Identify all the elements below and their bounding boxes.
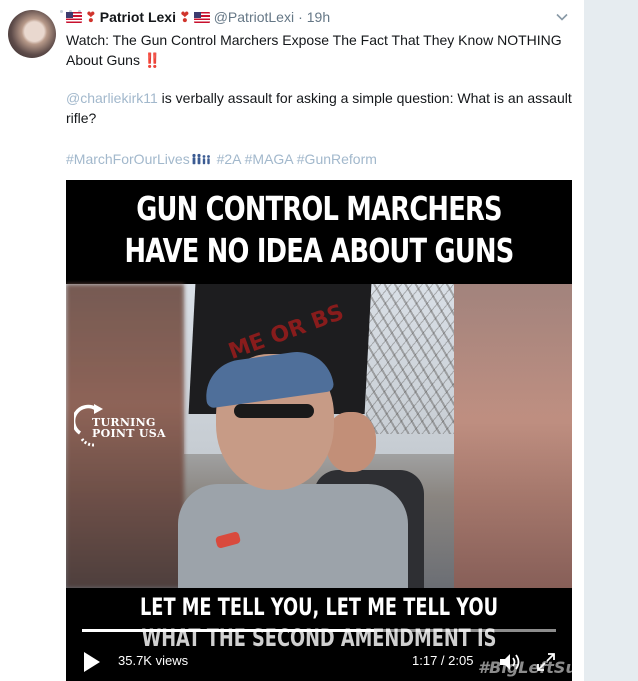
headline-line-2: HAVE NO IDEA ABOUT GUNS xyxy=(124,231,514,270)
separator-dot: · xyxy=(298,9,303,25)
user-handle[interactable]: @PatriotLexi xyxy=(214,9,294,25)
page-gutter xyxy=(584,0,638,681)
chevron-down-icon[interactable] xyxy=(555,10,569,24)
time-current: 1:17 xyxy=(412,653,438,668)
logo-line-2: POINT USA xyxy=(92,427,166,440)
speaker-body xyxy=(178,484,408,594)
us-flag-icon xyxy=(66,11,82,23)
tweet-card[interactable]: ❣ Patriot Lexi ❣ @PatriotLexi · 19h Watc… xyxy=(0,0,584,681)
video-headline: GUN CONTROL MARCHERS HAVE NO IDEA ABOUT … xyxy=(122,188,517,272)
tweet-header: ❣ Patriot Lexi ❣ @PatriotLexi · 19h xyxy=(66,6,330,28)
video-progress-fill xyxy=(82,629,374,632)
hashtag-list: #MarchForOurLives #2A #MAGA #GunReform xyxy=(66,149,377,169)
us-flag-icon xyxy=(193,11,210,23)
mention-link[interactable]: @charliekirk11 xyxy=(66,90,158,106)
red-pin-icon: ❣ xyxy=(178,9,191,25)
watermark-text: #BigLeftSucks xyxy=(478,658,572,677)
double-exclamation-icon: ‼️ xyxy=(143,52,162,68)
view-count: 35.7K views xyxy=(118,653,189,668)
video-timecode: 1:17 / 2:05 xyxy=(412,653,473,668)
logo-text: TURNING POINT USA xyxy=(92,417,166,439)
avatar[interactable] xyxy=(8,10,56,58)
play-icon[interactable] xyxy=(84,652,100,672)
speaker-sunglasses xyxy=(234,404,314,418)
video-player[interactable]: GUN CONTROL MARCHERS HAVE NO IDEA ABOUT … xyxy=(66,180,572,681)
time-separator: / xyxy=(437,653,449,668)
hashtag-link[interactable]: #GunReform xyxy=(297,151,377,167)
family-icon xyxy=(192,154,210,165)
tree-branches xyxy=(366,284,454,434)
hashtag-link[interactable]: #MarchForOurLives xyxy=(66,151,190,167)
tweet-reply-text: @charliekirk11 is verbally assault for a… xyxy=(66,88,576,128)
tweet-text: Watch: The Gun Control Marchers Expose T… xyxy=(66,30,572,70)
video-progress-bar[interactable] xyxy=(82,629,556,632)
hashtag-link[interactable]: #2A xyxy=(217,151,241,167)
video-frame: ME OR BS TURNING POINT USA xyxy=(66,284,572,594)
caption-line-1: LET ME TELL YOU, LET ME TELL YOU xyxy=(139,593,499,621)
display-name[interactable]: Patriot Lexi xyxy=(100,9,176,25)
time-total: 2:05 xyxy=(448,653,474,668)
tweet-timestamp[interactable]: 19h xyxy=(307,9,330,25)
hashtag-link[interactable]: #MAGA xyxy=(245,151,293,167)
headline-line-1: GUN CONTROL MARCHERS xyxy=(136,189,502,228)
previous-tweet-dots xyxy=(60,0,120,13)
red-pin-icon: ❣ xyxy=(85,9,97,25)
tweet-body: Watch: The Gun Control Marchers Expose T… xyxy=(66,32,562,68)
blurred-right-panel xyxy=(454,284,572,588)
